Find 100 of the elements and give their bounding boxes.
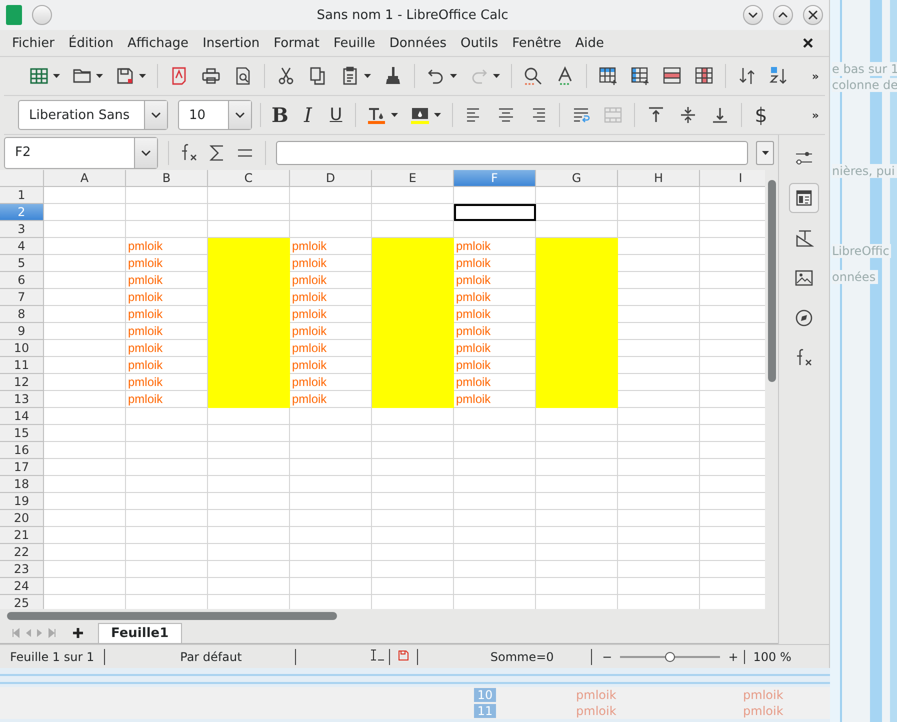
dropdown-arrow-icon[interactable] (762, 150, 768, 155)
column-header[interactable]: D (290, 170, 372, 188)
table-cell-text: pmloik (127, 289, 164, 306)
row-header[interactable]: 21 (0, 527, 44, 544)
align-top-icon (646, 105, 666, 125)
font-name-field[interactable]: Liberation Sans (18, 100, 168, 130)
dropdown-arrow-icon[interactable] (364, 74, 371, 78)
dropdown-arrow-icon[interactable] (434, 113, 441, 117)
menu-item[interactable]: Fichier (12, 36, 62, 50)
row-header[interactable]: 12 (0, 374, 44, 392)
close-button[interactable] (803, 5, 823, 25)
column-header[interactable]: H (618, 170, 700, 188)
table-cell-text: pmloik (291, 391, 328, 408)
row-header[interactable]: 20 (0, 510, 44, 528)
underline-button[interactable]: U (325, 105, 347, 125)
close-icon[interactable] (808, 10, 818, 20)
more-button[interactable]: » (812, 108, 819, 122)
menu-item[interactable]: Édition (68, 36, 120, 50)
chevron-down-icon[interactable] (150, 111, 162, 119)
chevron-down-icon[interactable] (747, 11, 759, 19)
menu-item[interactable]: Outils (460, 36, 506, 50)
menu-item[interactable]: Données (389, 36, 454, 50)
sort-icon (737, 66, 757, 86)
column-header[interactable]: C (208, 170, 290, 188)
menu-item[interactable]: Fenêtre (512, 36, 568, 50)
table-cell-text: pmloik (455, 255, 492, 272)
row-header[interactable]: 13 (0, 391, 44, 408)
page-style: Par défaut (170, 648, 296, 664)
highlight-color-icon (410, 105, 430, 125)
maximize-button[interactable] (773, 5, 793, 25)
printer-icon (201, 66, 221, 86)
menu-item[interactable]: Insertion (202, 36, 267, 50)
name-box[interactable]: F2 (4, 136, 158, 169)
bold-button[interactable]: B (269, 103, 291, 127)
background-cell-text: pmloik (743, 704, 784, 718)
properties-panel-icon (794, 188, 814, 208)
minimize-button[interactable] (743, 5, 763, 25)
table-cell-text: pmloik (455, 357, 492, 374)
menu-item[interactable]: Aide (575, 36, 612, 50)
row-header[interactable]: 3 (0, 221, 44, 238)
currency-button[interactable]: $ (750, 103, 772, 127)
row-header[interactable]: 19 (0, 493, 44, 510)
row-header[interactable]: 25 (0, 595, 44, 610)
row-header[interactable]: 10 (0, 340, 44, 358)
chevron-up-icon[interactable] (777, 11, 789, 19)
zoom-slider-thumb[interactable] (665, 652, 676, 662)
row-header[interactable]: 9 (0, 323, 44, 340)
chevron-down-icon[interactable] (140, 148, 152, 157)
compass-icon (794, 308, 814, 328)
row-header[interactable]: 23 (0, 561, 44, 578)
zoom-in-label[interactable]: + (728, 650, 744, 664)
zoom-percent: 100 % (744, 650, 792, 664)
table-cell-text: pmloik (291, 357, 328, 374)
row-header[interactable]: 15 (0, 425, 44, 442)
font-color-icon (367, 105, 387, 125)
background-row-number: 10 (474, 688, 496, 702)
close-icon[interactable] (803, 38, 813, 48)
row-header[interactable]: 8 (0, 306, 44, 324)
scrollbar-thumb[interactable] (7, 612, 337, 620)
dropdown-arrow-icon[interactable] (139, 74, 146, 78)
add-sheet-icon[interactable] (72, 627, 84, 639)
column-header[interactable]: A (44, 170, 126, 188)
column-header[interactable]: E (372, 170, 454, 188)
delete-rows-icon (662, 66, 682, 86)
row-header[interactable]: 7 (0, 289, 44, 306)
menu-item[interactable]: Affichage (127, 36, 196, 50)
row-header[interactable]: 18 (0, 476, 44, 494)
row-header[interactable]: 4 (0, 238, 44, 256)
dropdown-arrow-icon[interactable] (450, 74, 457, 78)
sheet-tab[interactable]: Feuille1 (98, 623, 182, 643)
background-cell-text: pmloik (576, 704, 616, 718)
row-header[interactable]: 6 (0, 272, 44, 290)
more-button[interactable]: » (812, 70, 819, 82)
row-header[interactable]: 24 (0, 578, 44, 596)
row-header[interactable]: 22 (0, 544, 44, 562)
column-header[interactable]: B (126, 170, 208, 188)
row-header[interactable]: 11 (0, 357, 44, 374)
column-header[interactable]: G (536, 170, 618, 188)
italic-button[interactable]: I (297, 103, 319, 127)
row-header[interactable]: 14 (0, 408, 44, 426)
table-cell-text: pmloik (291, 289, 328, 306)
row-header[interactable]: 1 (0, 187, 44, 204)
chevron-down-icon[interactable] (234, 111, 246, 119)
dropdown-arrow-icon[interactable] (391, 113, 398, 117)
dropdown-arrow-icon[interactable] (53, 74, 60, 78)
row-header[interactable]: 5 (0, 255, 44, 272)
row-header[interactable]: 16 (0, 442, 44, 460)
menu-item[interactable]: Format (274, 36, 326, 50)
table-cell-text: pmloik (127, 374, 164, 392)
scrollbar-thumb[interactable] (768, 180, 776, 382)
row-header[interactable]: 17 (0, 459, 44, 476)
sheet-count: Feuille 1 sur 1 (0, 648, 106, 664)
column-header[interactable]: I (700, 170, 765, 188)
formula-input[interactable] (276, 140, 748, 165)
background-cell-text: pmloik (743, 688, 784, 702)
zoom-out-label[interactable]: − (592, 650, 612, 664)
dropdown-arrow-icon[interactable] (96, 74, 103, 78)
menu-item[interactable]: Feuille (333, 36, 382, 50)
brush-icon (383, 66, 403, 86)
font-size-field[interactable]: 10 (178, 100, 252, 130)
